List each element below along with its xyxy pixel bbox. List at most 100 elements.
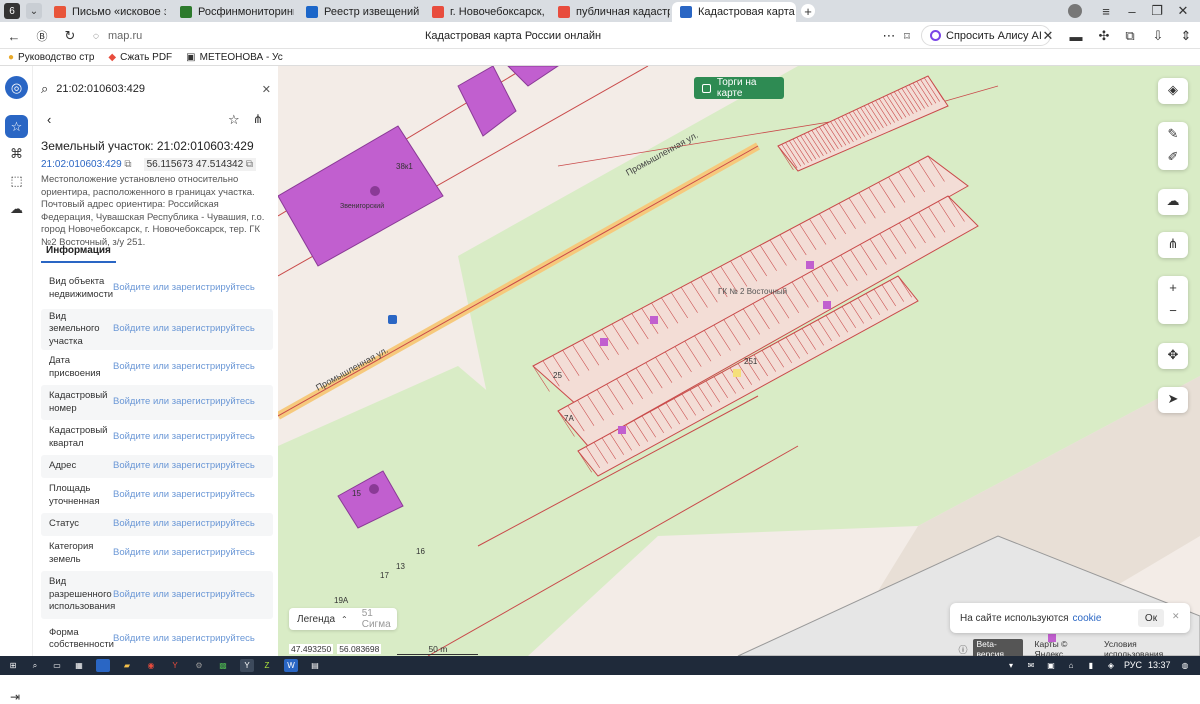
bookmark-icon[interactable]: ⌑ [900, 28, 914, 44]
favorites-icon[interactable]: ☆ [5, 115, 28, 138]
cadastral-number[interactable]: 21:02:010603:429 ⧉ [41, 159, 132, 170]
clock[interactable]: 13:37 [1148, 660, 1171, 670]
puzzle-icon[interactable]: ✣ [1096, 28, 1112, 44]
tray-icon[interactable]: ◈ [1104, 659, 1118, 672]
close-icon[interactable]: ✕ [1172, 611, 1180, 622]
cookie-link[interactable]: cookie [1073, 613, 1102, 624]
tab-3[interactable]: Реестр извещений [298, 2, 420, 22]
shop-icon[interactable] [370, 186, 380, 196]
upload-cloud-icon[interactable]: ☁ [1158, 189, 1188, 212]
login-link[interactable]: Войдите или зарегистрируйтесь [113, 282, 255, 295]
tray-icon[interactable]: ▣ [1044, 659, 1058, 672]
ruler-icon[interactable]: ✎ [1158, 122, 1188, 145]
share-icon[interactable]: ⋔ [253, 112, 263, 126]
cloud-icon[interactable]: ☁ [5, 197, 28, 220]
tab-info[interactable]: Информация [41, 242, 116, 263]
legend-button[interactable]: Легенда ⌃ 51 Сигма [289, 608, 397, 630]
reload-icon[interactable]: ↻ [62, 28, 78, 44]
word-icon[interactable]: W [284, 659, 298, 672]
tab-5[interactable]: публичная кадастровая [550, 2, 670, 22]
collections-icon[interactable]: ⧉ [1122, 28, 1138, 44]
search-icon[interactable]: ⌕ [28, 659, 42, 672]
widgets-icon[interactable]: ▦ [72, 659, 86, 672]
zoom-out-button[interactable]: − [1158, 299, 1188, 322]
explorer-icon[interactable] [96, 659, 110, 672]
copy-icon[interactable]: ⧉ [246, 159, 253, 170]
tray-icon[interactable]: ▮ [1084, 659, 1098, 672]
info-icon[interactable]: ⓘ [958, 643, 967, 656]
login-link[interactable]: Войдите или зарегистрируйтесь [113, 460, 255, 473]
search-input[interactable]: 21:02:010603:429 [56, 83, 145, 95]
yandex-icon[interactable]: Y [168, 659, 182, 672]
menu-icon[interactable]: ≡ [1099, 3, 1113, 19]
tab-4[interactable]: г. Новочебоксарск, ул. 10 [424, 2, 546, 22]
tray-icon[interactable]: ⌂ [1064, 659, 1078, 672]
building[interactable] [507, 66, 559, 87]
bookmark-3[interactable]: ▣ МЕТЕОНОВА - Ус [186, 52, 283, 63]
login-link[interactable]: Войдите или зарегистрируйтесь [113, 431, 255, 444]
ask-alice-button[interactable]: Спросить Алису AI [921, 25, 1051, 46]
coordinates[interactable]: 56.115673 47.514342 ⧉ [143, 158, 257, 171]
login-link[interactable]: Войдите или зарегистрируйтесь [113, 547, 255, 560]
tray-icon[interactable]: ▾ [1004, 659, 1018, 672]
building-zvenigorsky[interactable] [278, 125, 444, 267]
more-icon[interactable]: ⋯ [881, 28, 897, 44]
new-tab-icon[interactable]: + [801, 4, 815, 19]
layers-icon[interactable]: ◈ [1158, 78, 1188, 101]
url-text[interactable]: map.ru [108, 30, 142, 42]
clear-search-icon[interactable]: ✕ [262, 83, 271, 96]
minimize-icon[interactable]: – [1125, 3, 1139, 19]
yandex-id-icon[interactable]: Ⓑ [34, 28, 50, 44]
share-icon[interactable]: ⋔ [1158, 232, 1188, 255]
browser-logo-icon[interactable]: 6 [4, 3, 20, 19]
back-icon[interactable]: ‹ [47, 112, 51, 127]
zoom-in-button[interactable]: + [1158, 276, 1188, 299]
copy-icon[interactable]: ⧉ [124, 159, 131, 170]
move-icon[interactable]: ✥ [1158, 343, 1188, 366]
tray-icon[interactable]: ✉ [1024, 659, 1038, 672]
selected-parcel[interactable] [733, 369, 741, 377]
settings-icon[interactable]: ⚙ [192, 659, 206, 672]
chrome-icon[interactable]: ◉ [144, 659, 158, 672]
login-link[interactable]: Войдите или зарегистрируйтесь [113, 589, 255, 602]
task-view-icon[interactable]: ▭ [50, 659, 64, 672]
app-icon[interactable]: ▤ [308, 659, 322, 672]
route-icon[interactable]: ⌘ [5, 142, 28, 165]
shield-icon[interactable]: ◌ [88, 28, 104, 44]
login-link[interactable]: Войдите или зарегистрируйтесь [113, 323, 255, 336]
login-link[interactable]: Войдите или зарегистрируйтесь [113, 489, 255, 502]
vpn-icon[interactable]: ▬ [1068, 28, 1084, 44]
star-icon[interactable]: ☆ [228, 112, 240, 128]
app-icon[interactable]: ▩ [216, 659, 230, 672]
folder-icon[interactable]: ▰ [120, 659, 134, 672]
tabs-list-icon[interactable]: ⌄ [26, 3, 42, 19]
search-box[interactable]: ⌕ 21:02:010603:429 ✕ [41, 78, 271, 100]
maximize-icon[interactable]: ❐ [1150, 3, 1164, 19]
cadastral-map[interactable]: Промышленная ул. Промышленная ул. 38к1 З… [278, 66, 1200, 656]
login-link[interactable]: Войдите или зарегистрируйтесь [113, 396, 255, 409]
bus-stop-icon[interactable] [388, 315, 397, 324]
app-logo-icon[interactable]: ◎ [5, 76, 28, 99]
bookmark-1[interactable]: ● Руководство стр [8, 52, 94, 63]
keyboard-language[interactable]: РУС [1124, 660, 1142, 670]
cookie-ok-button[interactable]: Ок [1138, 609, 1164, 627]
downloads-icon[interactable]: ⇩ [1150, 28, 1166, 44]
locate-icon[interactable]: ➤ [1158, 387, 1188, 410]
login-link[interactable]: Войдите или зарегистрируйтесь [113, 361, 255, 374]
building[interactable] [457, 66, 517, 137]
sidebar-icon[interactable]: ⇕ [1178, 28, 1194, 44]
extension-icon[interactable]: ✕ [1040, 28, 1056, 44]
edit-icon[interactable]: ✐ [1158, 145, 1188, 168]
tab-2[interactable]: Росфинмониторинг [172, 2, 294, 22]
app-icon[interactable]: Z [260, 659, 274, 672]
bookmark-2[interactable]: ◆ Сжать PDF [108, 52, 172, 63]
close-window-icon[interactable]: ✕ [1176, 3, 1190, 19]
login-link[interactable]: Войдите или зарегистрируйтесь [113, 633, 255, 646]
map-canvas[interactable]: Промышленная ул. Промышленная ул. 38к1 З… [278, 66, 1200, 656]
shop-icon[interactable] [369, 484, 379, 494]
tab-1[interactable]: Письмо «исковое заявле [46, 2, 166, 22]
tab-active[interactable]: Кадастровая карта Ро✕ [672, 2, 796, 22]
logout-icon[interactable]: ⇥ [10, 690, 20, 704]
auctions-toggle[interactable]: Торги на карте [694, 77, 784, 99]
windows-start-icon[interactable]: ⊞ [6, 659, 20, 672]
